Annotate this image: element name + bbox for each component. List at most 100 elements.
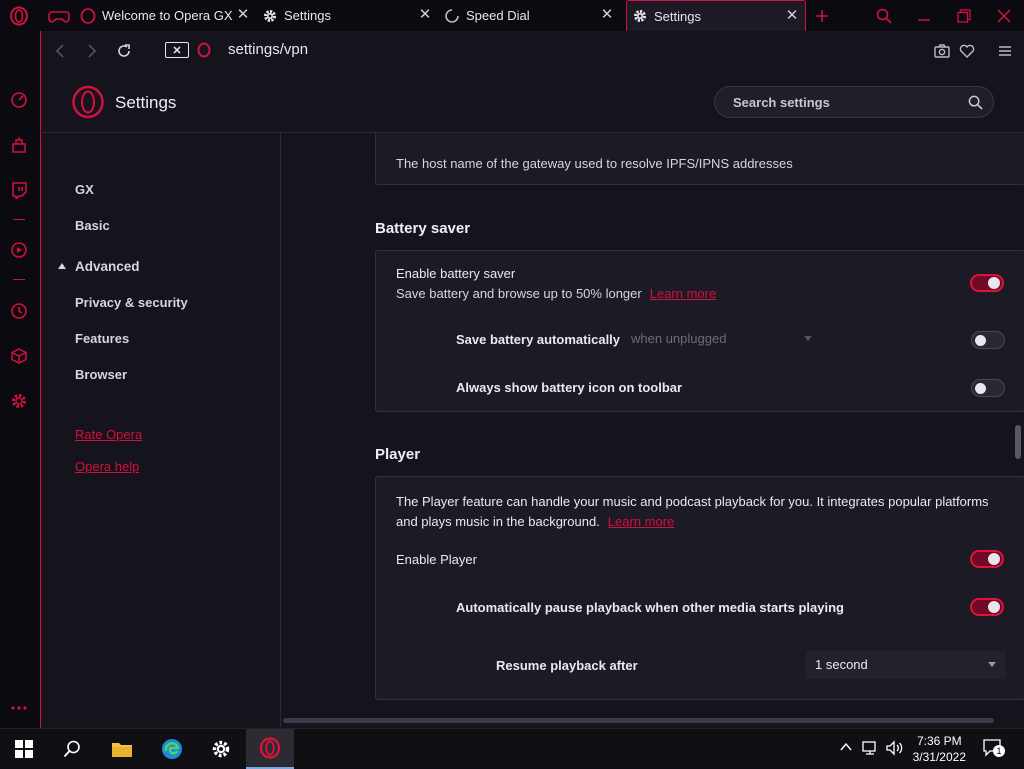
easy-setup-button[interactable] (994, 40, 1016, 62)
start-button[interactable] (0, 729, 48, 769)
opera-gx-taskbar-button[interactable] (246, 729, 294, 769)
battery-icon-toggle[interactable] (971, 379, 1005, 397)
battery-auto-toggle[interactable] (971, 331, 1005, 349)
battery-auto-select[interactable]: when unplugged (622, 325, 822, 353)
chevron-down-icon (804, 336, 812, 341)
player-description-line2: and plays music in the background. Learn … (396, 514, 674, 529)
player-resume-label: Resume playback after (496, 658, 638, 673)
settings-nav: GX Basic Advanced Privacy & security Fea… (40, 133, 281, 728)
player-card: The Player feature can handle your music… (375, 476, 1024, 700)
player-enable-toggle[interactable] (970, 550, 1004, 568)
gx-control-icon[interactable] (8, 89, 30, 111)
twitch-icon[interactable] (8, 179, 30, 201)
select-value: when unplugged (631, 331, 727, 346)
notification-button[interactable]: 1 (983, 739, 1005, 757)
tab-welcome[interactable]: Welcome to Opera GX ✕ (80, 0, 256, 31)
file-explorer-button[interactable] (98, 729, 146, 769)
battery-icon-label: Always show battery icon on toolbar (456, 380, 683, 395)
battery-enable-toggle[interactable] (970, 274, 1004, 292)
close-icon[interactable]: ✕ (785, 8, 799, 23)
restore-button[interactable] (953, 5, 975, 27)
battery-enable-label: Enable battery saver (396, 266, 516, 281)
back-button[interactable] (49, 40, 71, 62)
nav-item-gx[interactable]: GX (75, 182, 94, 197)
nav-item-advanced[interactable]: Advanced (75, 259, 140, 274)
search-icon (63, 740, 80, 758)
close-window-button[interactable] (993, 5, 1015, 27)
caret-up-icon (58, 263, 66, 269)
bookmark-button[interactable] (956, 40, 978, 62)
nav-item-basic[interactable]: Basic (75, 218, 110, 233)
vpn-badge-icon[interactable]: ✕ (165, 42, 189, 58)
restore-icon (957, 9, 971, 23)
edge-icon (162, 739, 182, 759)
back-arrow-icon (55, 44, 64, 58)
network-icon[interactable] (862, 740, 880, 756)
search-icon (876, 8, 892, 24)
battery-section-title: Battery saver (375, 220, 471, 237)
settings-gear-icon[interactable] (8, 390, 30, 412)
tab-title: Welcome to Opera GX (102, 8, 233, 23)
search-icon (968, 95, 983, 110)
chevron-down-icon (988, 662, 996, 667)
opera-icon (80, 7, 96, 24)
gx-corner-icon[interactable] (8, 134, 30, 156)
settings-app-button[interactable] (197, 729, 245, 769)
clock-time: 7:36 PM (916, 734, 962, 748)
tab-settings-1[interactable]: Settings ✕ (262, 0, 438, 31)
nav-item-privacy[interactable]: Privacy & security (75, 295, 188, 310)
gear-icon (212, 740, 230, 758)
url-text[interactable]: settings/vpn (228, 41, 308, 58)
chevron-up-icon[interactable] (840, 743, 852, 751)
folder-icon (112, 743, 132, 757)
player-enable-label: Enable Player (396, 552, 477, 567)
tab-settings-active[interactable]: Settings ✕ (626, 0, 806, 31)
reload-button[interactable] (113, 40, 135, 62)
opera-page-icon (197, 42, 211, 63)
snapshot-button[interactable] (931, 40, 953, 62)
horizontal-scrollbar[interactable] (283, 718, 994, 723)
close-icon[interactable]: ✕ (418, 7, 432, 22)
search-input[interactable]: Search settings (714, 86, 994, 118)
clock-date: 3/31/2022 (912, 750, 966, 764)
history-icon[interactable] (8, 300, 30, 322)
heart-icon (959, 44, 975, 58)
player-icon[interactable] (8, 239, 30, 261)
loading-icon (444, 8, 460, 24)
gx-controller-icon[interactable] (48, 7, 70, 25)
new-tab-button[interactable] (811, 5, 833, 27)
opera-logo-icon (10, 6, 28, 26)
gear-icon (632, 8, 648, 24)
gear-icon (262, 8, 278, 24)
nav-item-browser[interactable]: Browser (75, 367, 127, 382)
system-clock[interactable]: 7:36 PM 3/31/2022 (913, 733, 966, 765)
forward-button[interactable] (81, 40, 103, 62)
settings-content: The host name of the gateway used to res… (281, 133, 1024, 728)
battery-desc-text: Save battery and browse up to 50% longer (396, 286, 642, 301)
volume-icon[interactable] (886, 740, 904, 756)
learn-more-link[interactable]: Learn more (608, 514, 674, 529)
close-icon[interactable]: ✕ (236, 7, 250, 22)
notification-count: 1 (993, 745, 1005, 757)
player-resume-select[interactable]: 1 second (806, 651, 1006, 679)
edge-button[interactable] (148, 729, 196, 769)
ipfs-card: The host name of the gateway used to res… (375, 133, 1024, 185)
vertical-scrollbar[interactable] (1015, 425, 1021, 459)
settings-header: Settings Search settings (40, 71, 1024, 133)
tab-speed-dial[interactable]: Speed Dial ✕ (444, 0, 620, 31)
nav-item-features[interactable]: Features (75, 331, 129, 346)
learn-more-link[interactable]: Learn more (650, 286, 716, 301)
opera-help-link[interactable]: Opera help (75, 459, 139, 474)
player-pause-toggle[interactable] (970, 598, 1004, 616)
extensions-icon[interactable] (8, 345, 30, 367)
taskbar-search-button[interactable] (48, 729, 96, 769)
address-bar: ✕ settings/vpn (40, 31, 1024, 71)
close-icon[interactable]: ✕ (600, 7, 614, 22)
rate-opera-link[interactable]: Rate Opera (75, 427, 142, 442)
minimize-button[interactable] (913, 5, 935, 27)
close-icon (997, 9, 1011, 23)
player-desc-text: and plays music in the background. (396, 514, 600, 529)
more-icon[interactable] (8, 697, 30, 719)
opera-menu-button[interactable] (8, 5, 30, 27)
tab-search-button[interactable] (873, 5, 895, 27)
